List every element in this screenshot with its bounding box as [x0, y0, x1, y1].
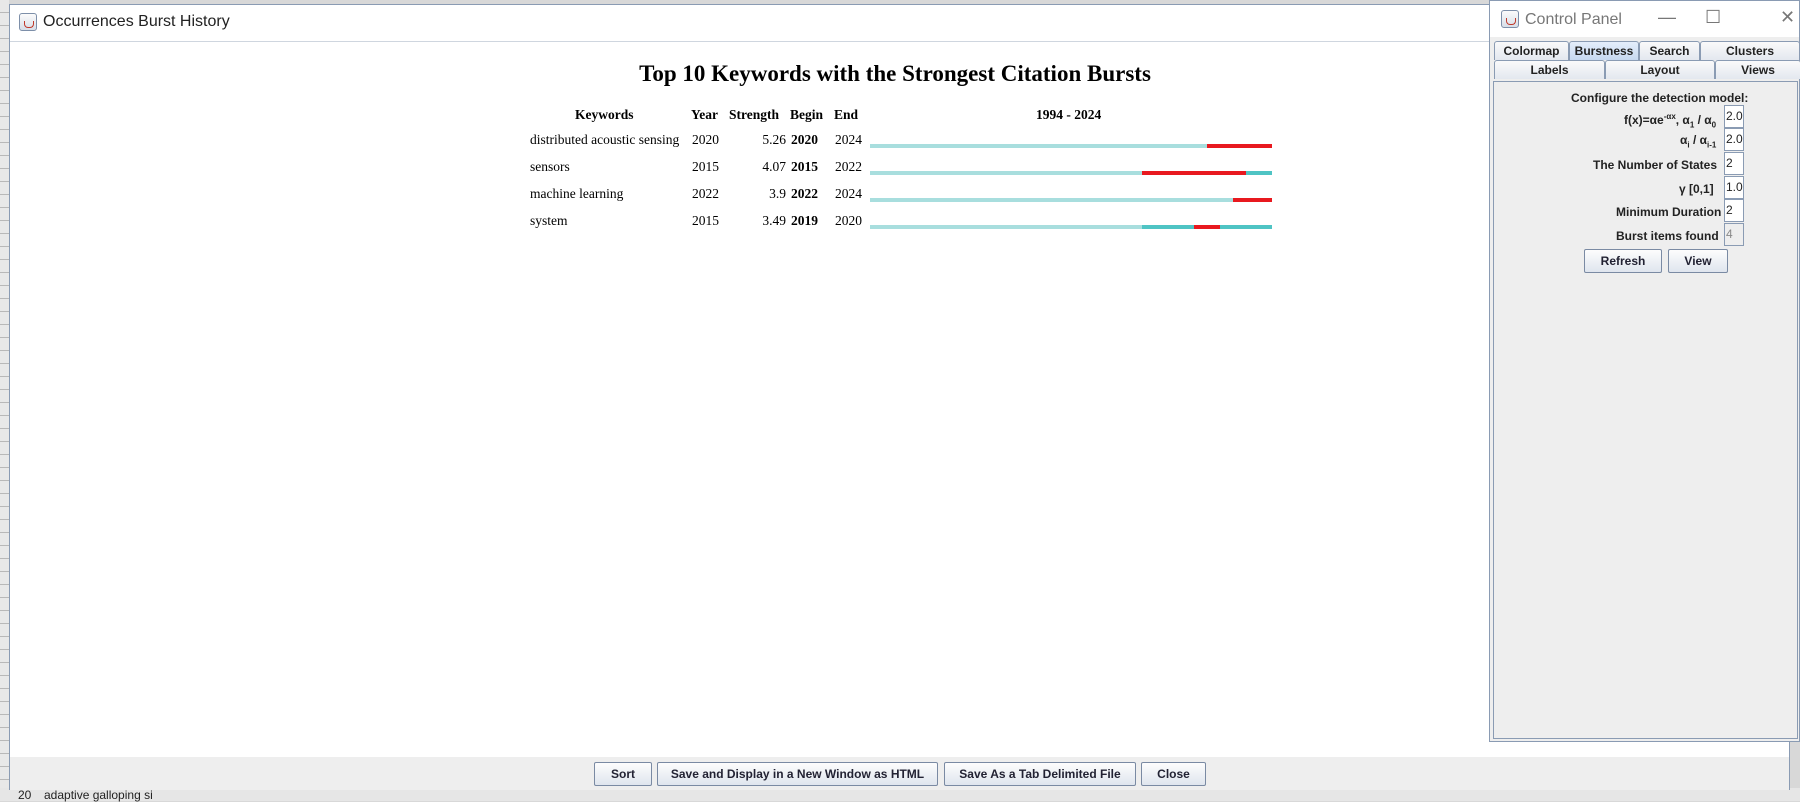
- control-panel-title-bar[interactable]: Control Panel — ☐ ✕: [1490, 1, 1799, 37]
- strength-cell: 3.9: [769, 186, 786, 201]
- keyword-cell: machine learning: [530, 186, 624, 201]
- burst-timeline: [870, 225, 1272, 229]
- year-cell: 2020: [692, 132, 719, 147]
- background-window-edge: [0, 0, 9, 801]
- keyword-cell: system: [530, 213, 568, 228]
- refresh-button[interactable]: Refresh: [1584, 249, 1662, 273]
- alpha-i-field[interactable]: 2.0: [1724, 128, 1744, 151]
- gamma-label: γ [0,1]: [1679, 182, 1714, 196]
- close-button[interactable]: Close: [1141, 762, 1206, 786]
- burst-timeline: [870, 198, 1272, 202]
- background-text: 20: [18, 788, 32, 802]
- strength-cell: 3.49: [762, 213, 786, 228]
- begin-cell: 2022: [791, 186, 818, 201]
- col-strength-header: Strength: [729, 107, 780, 122]
- java-app-icon: [1501, 10, 1519, 28]
- col-keywords-header: Keywords: [575, 107, 634, 122]
- end-cell: 2020: [835, 213, 862, 228]
- burst-segment: [1233, 198, 1272, 202]
- burst-timeline: [870, 171, 1272, 175]
- view-button[interactable]: View: [1668, 249, 1728, 273]
- tab-views[interactable]: Views: [1715, 60, 1800, 79]
- begin-cell: 2015: [791, 159, 818, 174]
- tab-search[interactable]: Search: [1639, 41, 1700, 60]
- control-panel-title: Control Panel: [1525, 11, 1622, 28]
- java-app-icon: [19, 13, 37, 31]
- col-range-header: 1994 - 2024: [1036, 107, 1102, 122]
- fx-label: f(x)=αe-αx, α1 / α0: [1624, 112, 1717, 130]
- year-cell: 2015: [692, 159, 719, 174]
- save-html-button[interactable]: Save and Display in a New Window as HTML: [657, 762, 938, 786]
- col-begin-header: Begin: [790, 107, 824, 122]
- sort-button[interactable]: Sort: [594, 762, 652, 786]
- year-cell: 2022: [692, 186, 719, 201]
- minimize-icon[interactable]: —: [1658, 7, 1676, 28]
- col-end-header: End: [834, 107, 859, 122]
- maximize-icon[interactable]: ☐: [1705, 7, 1721, 28]
- button-bar: Sort Save and Display in a New Window as…: [10, 757, 1789, 790]
- gamma-field[interactable]: 1.0: [1724, 176, 1744, 199]
- tab-layout[interactable]: Layout: [1605, 60, 1715, 79]
- burst-timeline: [870, 144, 1272, 148]
- end-cell: 2024: [835, 186, 862, 201]
- tab-labels[interactable]: Labels: [1494, 60, 1605, 79]
- configure-label: Configure the detection model:: [1571, 91, 1749, 105]
- save-tab-delimited-button[interactable]: Save As a Tab Delimited File: [944, 762, 1136, 786]
- states-field[interactable]: 2: [1724, 152, 1744, 175]
- begin-cell: 2019: [791, 213, 818, 228]
- end-cell: 2024: [835, 132, 862, 147]
- found-field: 4: [1724, 223, 1744, 246]
- tab-clusters[interactable]: Clusters: [1700, 41, 1800, 60]
- col-year-header: Year: [691, 107, 718, 122]
- strength-cell: 4.07: [762, 159, 786, 174]
- burstness-pane: Configure the detection model: f(x)=αe-α…: [1493, 81, 1798, 739]
- burst-segment: [1194, 225, 1221, 229]
- control-panel-window: Control Panel — ☐ ✕ Colormap Burstness S…: [1489, 0, 1800, 742]
- duration-field[interactable]: 2: [1724, 199, 1744, 222]
- window-title: Occurrences Burst History: [43, 13, 230, 30]
- alpha-i-label: αi / αi-1: [1680, 133, 1717, 150]
- states-label: The Number of States: [1593, 158, 1718, 172]
- begin-cell: 2020: [791, 132, 818, 147]
- strength-cell: 5.26: [762, 132, 786, 147]
- year-cell: 2015: [692, 213, 719, 228]
- close-icon[interactable]: ✕: [1780, 7, 1795, 28]
- keyword-cell: sensors: [530, 159, 570, 174]
- tab-colormap[interactable]: Colormap: [1494, 41, 1569, 60]
- tab-burstness[interactable]: Burstness: [1569, 41, 1639, 60]
- keyword-cell: distributed acoustic sensing: [530, 132, 680, 147]
- background-text: adaptive galloping si: [44, 788, 153, 802]
- found-label: Burst items found: [1616, 229, 1719, 243]
- burst-segment: [1142, 171, 1247, 175]
- end-cell: 2022: [835, 159, 862, 174]
- burst-segment: [1207, 144, 1272, 148]
- duration-label: Minimum Duration: [1616, 205, 1722, 219]
- alpha-ratio-field[interactable]: 2.0: [1724, 105, 1744, 128]
